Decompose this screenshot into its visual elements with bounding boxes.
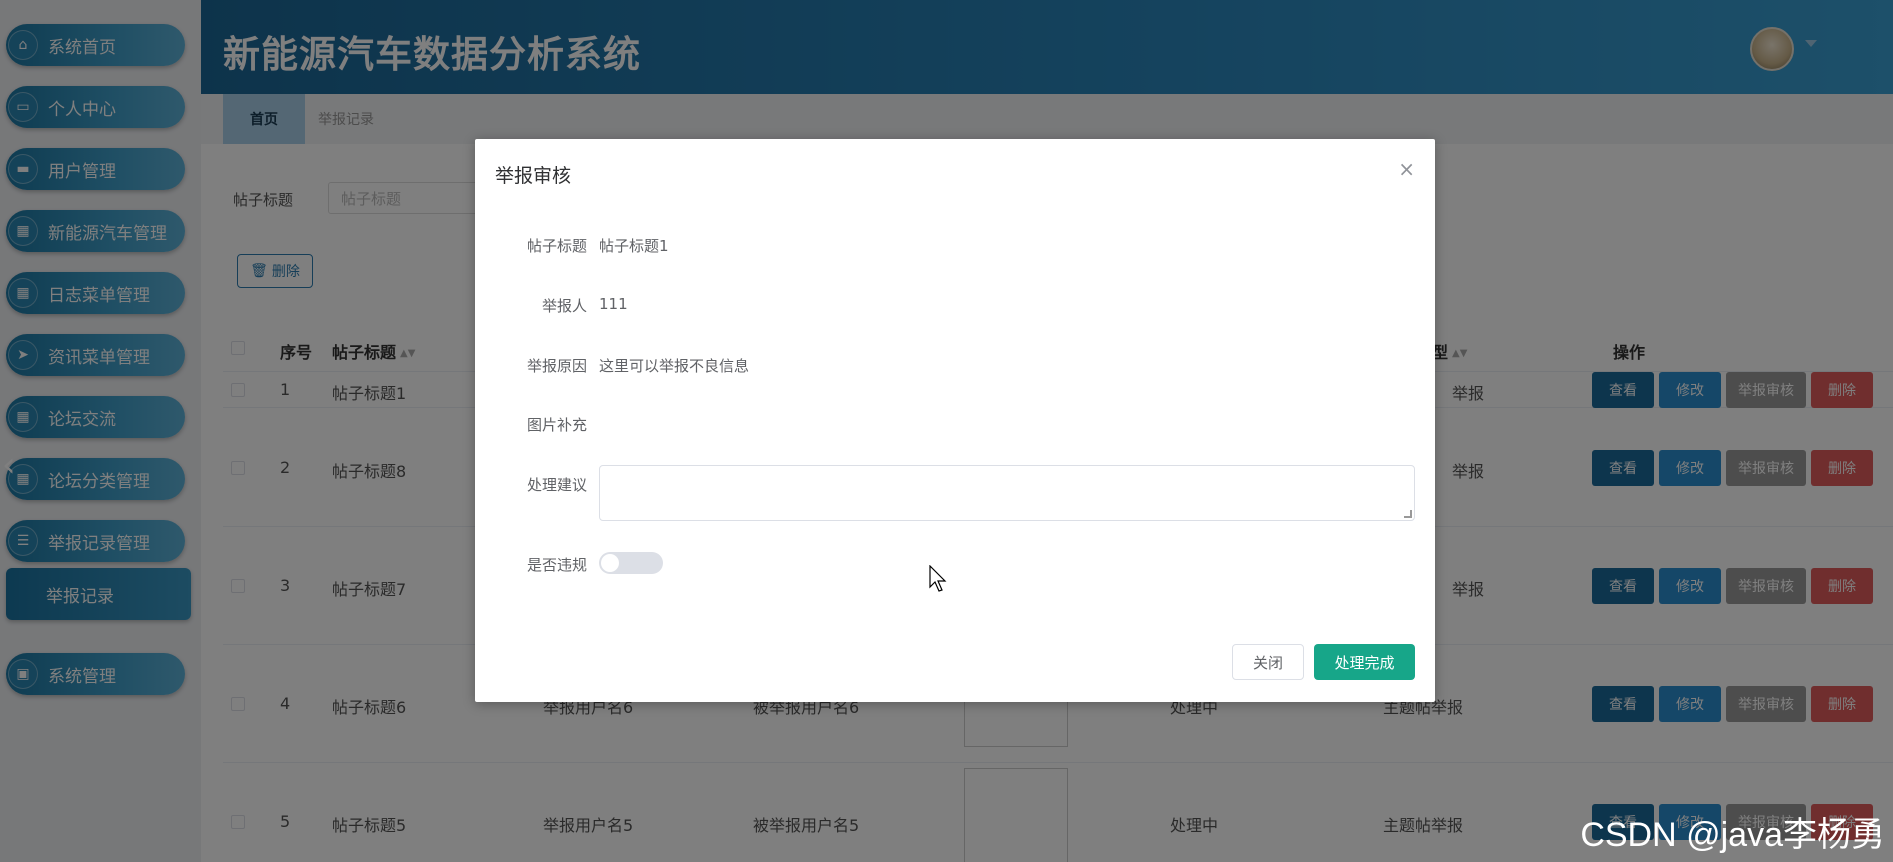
dialog-title: 举报审核 [495, 165, 572, 187]
close-button[interactable]: 关闭 [1232, 644, 1304, 680]
post-title-label: 帖子标题 [526, 237, 587, 255]
toggle-knob [601, 554, 619, 572]
close-icon[interactable]: × [1398, 157, 1415, 181]
suggestion-label: 处理建议 [526, 476, 587, 494]
violation-toggle[interactable] [599, 552, 663, 574]
resize-handle-icon[interactable] [1404, 510, 1412, 518]
reporter-label: 举报人 [541, 297, 587, 315]
done-button[interactable]: 处理完成 [1314, 644, 1415, 680]
violation-label: 是否违规 [526, 556, 587, 574]
watermark: CSDN @java李杨勇 [1580, 816, 1885, 854]
reason-label: 举报原因 [526, 357, 587, 375]
report-audit-dialog: 举报审核 × 帖子标题 帖子标题1 举报人 111 举报原因 这里可以举报不良信… [475, 139, 1435, 702]
post-title-value: 帖子标题1 [599, 237, 669, 255]
suggestion-textarea[interactable] [599, 465, 1415, 521]
mouse-cursor-icon [929, 565, 947, 592]
reason-value: 这里可以举报不良信息 [599, 357, 750, 375]
reporter-value: 111 [599, 295, 628, 313]
image-label: 图片补充 [526, 416, 587, 434]
